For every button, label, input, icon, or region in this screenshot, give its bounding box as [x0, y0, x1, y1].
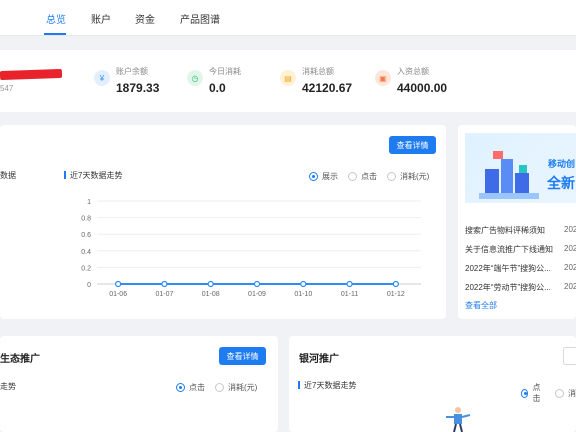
data-point: [161, 280, 168, 288]
x-tick-label: 01-09: [248, 291, 266, 298]
tab-product-map[interactable]: 产品图谱: [180, 11, 220, 26]
news-date: 202: [564, 225, 576, 234]
radio-spend[interactable]: 消耗(元): [387, 171, 429, 182]
eco-left-label: 走势: [0, 382, 16, 391]
data-point: [300, 280, 307, 288]
radio-clicks[interactable]: 点击: [348, 171, 377, 182]
overview-left-label: 数据: [0, 171, 16, 180]
empty-state-illustration: [446, 407, 471, 432]
promo-banner[interactable]: 移动创 全新: [465, 133, 576, 203]
data-point: [346, 280, 353, 288]
metric-label: 消耗总额: [302, 67, 334, 76]
news-date: 202: [564, 263, 576, 272]
radio-spend[interactable]: 消耗(元): [215, 382, 257, 393]
overview-metric-radios: 展示 点击 消耗(元): [309, 171, 429, 182]
data-point: [115, 280, 122, 288]
radio-dot: [215, 383, 224, 392]
y-tick-label: 0.2: [81, 265, 91, 272]
y-tick-label: 0.4: [81, 249, 91, 256]
radio-impressions[interactable]: 展示: [309, 171, 338, 182]
radio-label: 展示: [322, 172, 338, 181]
radio-label: 点击: [361, 172, 377, 181]
eco-metric-radios: 点击 消耗(元): [176, 382, 257, 393]
data-point: [253, 280, 261, 288]
tab-funds[interactable]: 资金: [135, 11, 155, 26]
data-point: [392, 280, 399, 288]
y-tick-label: 0.6: [81, 232, 91, 239]
radio-label: 消耗(元): [400, 172, 430, 181]
metric-label: 账户余额: [116, 67, 148, 76]
overview-detail-button[interactable]: 查看详情: [389, 136, 436, 154]
overview-trend-label: 近7天数据走势: [64, 170, 122, 181]
metric-value: 44000.00: [397, 81, 448, 95]
y-tick-label: 0: [87, 282, 91, 289]
list-icon: ▤: [280, 70, 296, 86]
banner-title: 移动创: [548, 159, 576, 169]
radio-label: 点击: [532, 383, 541, 403]
radio-spend[interactable]: 消: [555, 382, 576, 404]
y-tick-label: 1: [87, 199, 91, 206]
news-date: 202: [564, 282, 576, 291]
radio-dot: [348, 172, 357, 181]
x-tick-label: 01-10: [294, 291, 312, 298]
eco-card-title: 生态推广: [0, 354, 40, 365]
banner-subtitle: 全新: [547, 175, 575, 191]
metric-label: 今日消耗: [209, 67, 241, 76]
clock-icon: ◷: [187, 70, 203, 86]
x-tick-label: 01-12: [387, 291, 405, 298]
radio-label: 点击: [189, 383, 205, 392]
view-all-link[interactable]: 查看全部: [465, 300, 497, 311]
radio-clicks[interactable]: 点击: [521, 382, 545, 404]
galaxy-detail-button[interactable]: [563, 347, 576, 365]
radio-dot: [309, 172, 318, 181]
metric-label: 入资总额: [397, 67, 429, 76]
isometric-illustration: [479, 151, 539, 199]
active-tab-indicator: [44, 33, 66, 35]
data-point: [207, 280, 214, 288]
radio-clicks[interactable]: 点击: [176, 382, 205, 393]
eco-detail-button[interactable]: 查看详情: [219, 347, 266, 365]
radio-dot: [387, 172, 396, 181]
yen-icon: ¥: [94, 70, 110, 86]
news-item[interactable]: 关于信息流推广下线通知: [465, 244, 553, 255]
x-tick-label: 01-08: [202, 291, 220, 298]
x-tick-label: 01-11: [341, 291, 358, 298]
account-id: 547: [0, 84, 14, 93]
news-item[interactable]: 2022年“端午节”搜狗公...: [465, 263, 551, 274]
radio-dot: [176, 383, 185, 392]
metric-value: 0.0: [209, 81, 226, 95]
top-nav: 总览 账户 资金 产品图谱: [0, 0, 576, 36]
galaxy-card-title: 银河推广: [299, 354, 339, 365]
galaxy-trend-label: 近7天数据走势: [298, 380, 356, 391]
x-tick-label: 01-07: [155, 291, 173, 298]
y-tick-label: 0.8: [81, 216, 91, 223]
metric-value: 42120.67: [302, 81, 353, 95]
tab-account[interactable]: 账户: [91, 11, 111, 26]
trend-line-chart: 0 0.2 0.4 0.6 0.8 1 01-06 01-07 01-08 01-09 01-10 0…: [81, 199, 421, 298]
radio-label: 消耗(元): [228, 383, 258, 392]
radio-label: 消: [568, 388, 576, 398]
news-item[interactable]: 搜索广告物料评稀须知: [465, 225, 545, 236]
galaxy-metric-radios: 点击 消: [521, 382, 576, 404]
news-date: 202: [564, 244, 576, 253]
radio-dot: [521, 388, 529, 398]
news-item[interactable]: 2022年“劳动节”搜狗公...: [465, 282, 551, 293]
tab-overview[interactable]: 总览: [46, 11, 66, 26]
wallet-icon: ▣: [375, 70, 391, 86]
metric-value: 1879.33: [116, 81, 160, 95]
x-tick-label: 01-06: [109, 291, 127, 298]
radio-dot: [555, 388, 564, 398]
